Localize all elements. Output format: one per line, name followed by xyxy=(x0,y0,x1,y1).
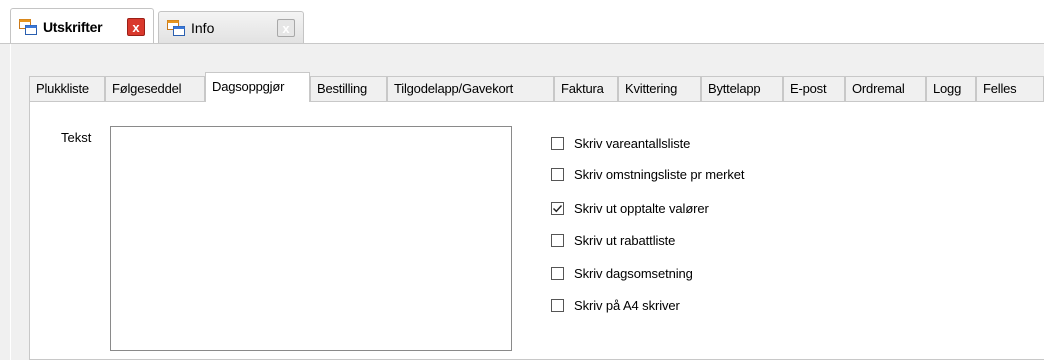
tab-felles[interactable]: Felles xyxy=(976,76,1044,101)
checkbox-skriv-pa-a4-skriver[interactable]: Skriv på A4 skriver xyxy=(551,298,680,313)
checkbox-label: Skriv på A4 skriver xyxy=(574,298,680,313)
checkbox-box[interactable] xyxy=(551,299,564,312)
tab-ordremal[interactable]: Ordremal xyxy=(845,76,926,101)
checkbox-box[interactable] xyxy=(551,168,564,181)
checkbox-label: Skriv ut opptalte valører xyxy=(574,201,709,216)
checkbox-skriv-opptalte-valorer[interactable]: Skriv ut opptalte valører xyxy=(551,201,709,216)
tab-label: Logg xyxy=(933,81,962,96)
doc-tab-label: Info xyxy=(191,19,215,36)
tab-label: Tilgodelapp/Gavekort xyxy=(394,81,514,96)
doc-tab-info[interactable]: Info x xyxy=(158,11,304,43)
settings-tab-strip: Plukkliste Følgeseddel Dagsoppgjør Besti… xyxy=(29,72,1044,102)
checkbox-box[interactable] xyxy=(551,137,564,150)
tab-faktura[interactable]: Faktura xyxy=(554,76,618,101)
left-divider xyxy=(10,44,11,360)
checkbox-label: Skriv vareantallsliste xyxy=(574,136,691,151)
checkbox-skriv-rabattliste[interactable]: Skriv ut rabattliste xyxy=(551,233,675,248)
window-app-icon xyxy=(167,19,185,36)
tab-tilgodelapp-gavekort[interactable]: Tilgodelapp/Gavekort xyxy=(387,76,554,101)
tab-bestilling[interactable]: Bestilling xyxy=(310,76,387,101)
checkbox-skriv-omstningsliste[interactable]: Skriv omstningsliste pr merket xyxy=(551,167,744,182)
doc-tab-label: Utskrifter xyxy=(43,18,103,35)
document-tab-strip: Utskrifter x Info x xyxy=(0,0,1044,44)
checkbox-label: Skriv ut rabattliste xyxy=(574,233,676,248)
window-app-icon xyxy=(19,18,37,35)
checkbox-box[interactable] xyxy=(551,267,564,280)
close-icon[interactable]: x xyxy=(277,19,295,37)
tab-label: Byttelapp xyxy=(708,81,761,96)
checkbox-skriv-vareantallsliste[interactable]: Skriv vareantallsliste xyxy=(551,136,690,151)
tab-dagsoppgjor[interactable]: Dagsoppgjør xyxy=(205,72,310,102)
tab-logg[interactable]: Logg xyxy=(926,76,976,101)
checkbox-skriv-dagsomsetning[interactable]: Skriv dagsomsetning xyxy=(551,266,693,281)
tab-label: Plukkliste xyxy=(36,81,89,96)
tab-label: Ordremal xyxy=(852,81,905,96)
tab-label: Kvittering xyxy=(625,81,678,96)
checkbox-box[interactable] xyxy=(551,234,564,247)
tab-kvittering[interactable]: Kvittering xyxy=(618,76,701,101)
close-icon[interactable]: x xyxy=(127,18,145,36)
tekst-textarea[interactable] xyxy=(110,126,512,351)
doc-tab-utskrifter[interactable]: Utskrifter x xyxy=(10,8,154,44)
tab-byttelapp[interactable]: Byttelapp xyxy=(701,76,783,101)
tab-label: Faktura xyxy=(561,81,604,96)
tab-label: Dagsoppgjør xyxy=(212,79,285,94)
tab-label: Følgeseddel xyxy=(112,81,182,96)
tab-label: Bestilling xyxy=(317,81,368,96)
checkbox-box[interactable] xyxy=(551,202,564,215)
checkmark-icon xyxy=(553,205,563,213)
tab-folgeseddel[interactable]: Følgeseddel xyxy=(105,76,205,101)
tab-plukkliste[interactable]: Plukkliste xyxy=(29,76,105,101)
tab-e-post[interactable]: E-post xyxy=(783,76,845,101)
tab-label: E-post xyxy=(790,81,827,96)
tab-label: Felles xyxy=(983,81,1017,96)
tekst-label: Tekst xyxy=(61,130,92,145)
checkbox-label: Skriv dagsomsetning xyxy=(574,266,693,281)
checkbox-label: Skriv omstningsliste pr merket xyxy=(574,167,745,182)
